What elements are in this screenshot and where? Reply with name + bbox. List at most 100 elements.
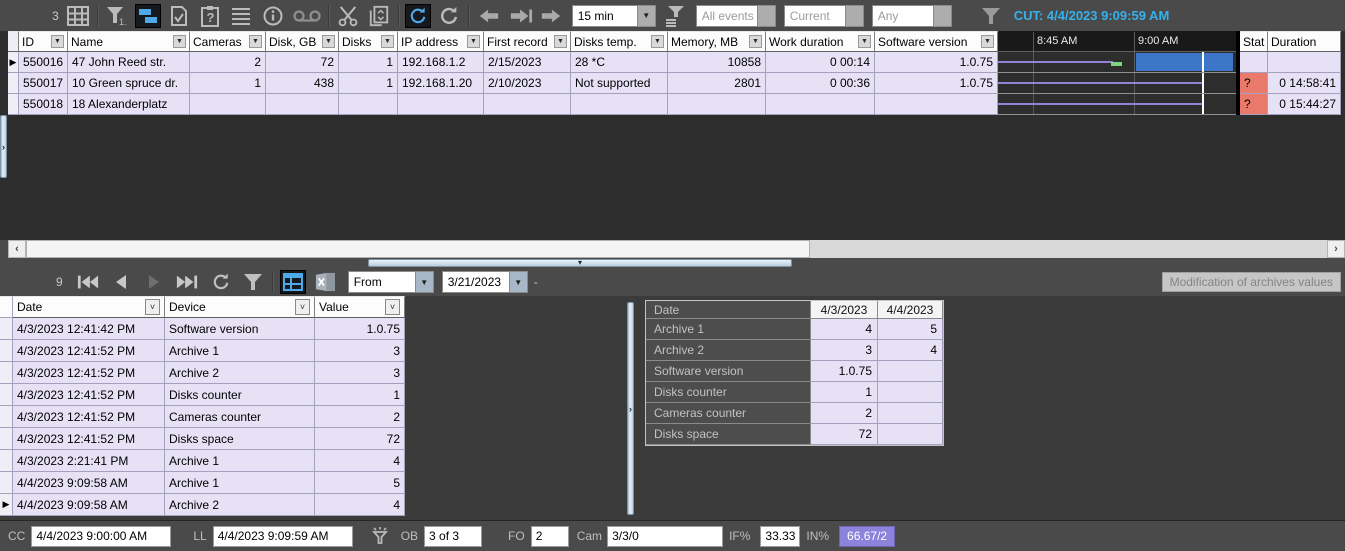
chevron-down-icon[interactable]: ▼	[415, 272, 433, 292]
chevron-down-icon[interactable]: ▼	[173, 35, 186, 48]
cell-id[interactable]: 550018	[19, 94, 68, 115]
pivot-header-col1[interactable]: 4/3/2023	[811, 301, 878, 319]
cell-device[interactable]: Archive 1	[165, 340, 315, 362]
combo-arrow-icon[interactable]: ˅	[385, 299, 400, 315]
ob-input[interactable]: 3 of 3	[424, 526, 482, 547]
timeline-cell[interactable]	[998, 52, 1236, 73]
pivot-value-1[interactable]: 3	[811, 340, 878, 361]
chevron-down-icon[interactable]	[757, 6, 775, 26]
any-filter-select[interactable]: Any	[872, 5, 952, 27]
pivot-value-2[interactable]	[878, 382, 943, 403]
cell-disk-gb[interactable]: 438	[266, 73, 339, 94]
back-arrow-icon[interactable]	[476, 4, 502, 28]
col-header-disks-temp[interactable]: Disks temp.▼	[571, 31, 668, 52]
cell-device[interactable]: Cameras counter	[165, 406, 315, 428]
refresh-icon[interactable]	[208, 270, 234, 294]
col-header-memory[interactable]: Memory, MB▼	[668, 31, 766, 52]
col-header-device[interactable]: Device˅	[165, 296, 315, 318]
cell-name[interactable]: 18 Alexanderplatz	[68, 94, 190, 115]
funnel-1-icon[interactable]: 1.	[104, 4, 130, 28]
pivot-value-2[interactable]	[878, 361, 943, 382]
col-header-cameras[interactable]: Cameras▼	[190, 31, 266, 52]
cell-work-duration[interactable]: 0 00:36	[766, 73, 875, 94]
cell-memory[interactable]	[668, 94, 766, 115]
cell-device[interactable]: Archive 2	[165, 362, 315, 384]
col-header-stat[interactable]: Stat	[1240, 31, 1268, 52]
cell-stat[interactable]: ?	[1240, 94, 1268, 115]
pivot-value-1[interactable]: 4	[811, 319, 878, 340]
scroll-right-icon[interactable]: ›	[1327, 240, 1345, 258]
cam-input[interactable]: 3/3/0	[607, 526, 723, 547]
current-filter-select[interactable]: Current	[784, 5, 864, 27]
cell-software-version[interactable]: 1.0.75	[875, 52, 998, 73]
cell-date[interactable]: 4/3/2023 12:41:52 PM	[13, 384, 165, 406]
cell-date[interactable]: 4/3/2023 12:41:52 PM	[13, 362, 165, 384]
panel-splitter[interactable]: ▾	[368, 259, 792, 267]
cell-value[interactable]: 4	[315, 494, 405, 516]
forward-bar-arrow-icon[interactable]	[508, 4, 534, 28]
cell-stat[interactable]	[1240, 52, 1268, 73]
chevron-down-icon[interactable]: ▼	[858, 35, 871, 48]
panels-icon[interactable]	[135, 4, 161, 28]
clipboard-question-icon[interactable]: ?	[197, 4, 223, 28]
from-date-select[interactable]: 3/21/2023 ▼	[442, 271, 528, 293]
scrollbar-thumb[interactable]	[26, 240, 810, 258]
list-icon[interactable]	[228, 4, 254, 28]
cell-stat[interactable]: ?	[1240, 73, 1268, 94]
forward-arrow-icon[interactable]	[538, 4, 564, 28]
pivot-panel-splitter[interactable]: ›	[627, 302, 634, 515]
events-filter-select[interactable]: All events	[696, 5, 776, 27]
col-header-software-version[interactable]: Software version▼	[875, 31, 998, 52]
chevron-down-icon[interactable]: ▼	[749, 35, 762, 48]
cell-cameras[interactable]: 2	[190, 52, 266, 73]
chevron-down-icon[interactable]: ▼	[381, 35, 394, 48]
chevron-down-icon[interactable]: ▼	[981, 35, 994, 48]
cell-disks-temp[interactable]: Not supported	[571, 73, 668, 94]
col-header-id[interactable]: ID▼	[19, 31, 68, 52]
cell-cameras[interactable]	[190, 94, 266, 115]
pivot-value-2[interactable]	[878, 424, 943, 445]
chevron-down-icon[interactable]: ▼	[467, 35, 480, 48]
cell-software-version[interactable]: 1.0.75	[875, 73, 998, 94]
cell-name[interactable]: 10 Green spruce dr.	[68, 73, 190, 94]
cell-work-duration[interactable]	[766, 94, 875, 115]
cell-first-record[interactable]: 2/10/2023	[484, 73, 571, 94]
chevron-down-icon[interactable]: ▼	[637, 6, 655, 26]
cell-value[interactable]: 1	[315, 384, 405, 406]
scissors-icon[interactable]	[335, 4, 361, 28]
cell-software-version[interactable]	[875, 94, 998, 115]
prev-record-icon[interactable]	[108, 270, 134, 294]
voicemail-icon[interactable]	[292, 4, 322, 28]
cc-input[interactable]: 4/4/2023 9:00:00 AM	[31, 526, 171, 547]
chevron-down-icon[interactable]: ▼	[322, 35, 335, 48]
cell-date[interactable]: 4/3/2023 12:41:52 PM	[13, 428, 165, 450]
cell-value[interactable]: 5	[315, 472, 405, 494]
cell-value[interactable]: 3	[315, 362, 405, 384]
cell-value[interactable]: 2	[315, 406, 405, 428]
pivot-value-2[interactable]: 4	[878, 340, 943, 361]
pivot-header-col2[interactable]: 4/4/2023	[878, 301, 943, 319]
pivot-value-1[interactable]: 72	[811, 424, 878, 445]
cell-date[interactable]: 4/4/2023 9:09:58 AM	[13, 494, 165, 516]
funnel-icon[interactable]	[978, 4, 1004, 28]
col-header-disk-gb[interactable]: Disk, GB▼	[266, 31, 339, 52]
cell-disk-gb[interactable]	[266, 94, 339, 115]
first-record-icon[interactable]	[75, 270, 101, 294]
next-record-icon[interactable]	[141, 270, 167, 294]
cell-memory[interactable]: 2801	[668, 73, 766, 94]
timeline-cell[interactable]	[998, 94, 1236, 115]
fo-input[interactable]: 2	[531, 526, 569, 547]
cell-date[interactable]: 4/3/2023 12:41:42 PM	[13, 318, 165, 340]
cell-date[interactable]: 4/4/2023 9:09:58 AM	[13, 472, 165, 494]
col-header-disks[interactable]: Disks▼	[339, 31, 398, 52]
col-header-work-duration[interactable]: Work duration▼	[766, 31, 875, 52]
cell-value[interactable]: 3	[315, 340, 405, 362]
chevron-down-icon[interactable]: ▼	[651, 35, 664, 48]
cell-id[interactable]: 550016	[19, 52, 68, 73]
cell-device[interactable]: Archive 1	[165, 450, 315, 472]
col-header-date[interactable]: Date˅	[13, 296, 165, 318]
cell-disks-temp[interactable]: 28 *C	[571, 52, 668, 73]
cell-ip[interactable]	[398, 94, 484, 115]
document-check-icon[interactable]	[166, 4, 192, 28]
cell-device[interactable]: Archive 2	[165, 494, 315, 516]
